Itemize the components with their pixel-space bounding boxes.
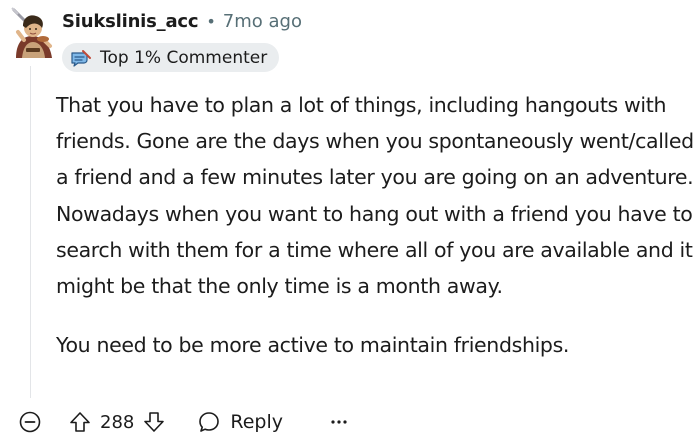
comment-body: That you have to plan a lot of things, i… (56, 87, 694, 363)
comment: Siukslinis_acc • 7mo ago Top 1% Commente… (0, 0, 700, 445)
reply-button[interactable]: Reply (196, 409, 283, 435)
commenter-badge-icon (70, 49, 92, 67)
reply-label: Reply (230, 411, 283, 433)
comment-action-bar: 288 Reply (18, 404, 351, 440)
avatar-image (11, 7, 52, 58)
comment-paragraph: You need to be more active to maintain f… (56, 333, 570, 358)
comment-paragraph: That you have to plan a lot of things, i… (56, 93, 694, 299)
username-link[interactable]: Siukslinis_acc (62, 11, 199, 32)
comment-timestamp[interactable]: 7mo ago (223, 11, 302, 32)
collapse-icon (19, 411, 41, 433)
collapse-thread-button[interactable] (18, 410, 42, 434)
user-flair-badge: Top 1% Commenter (62, 43, 280, 72)
downvote-arrow-icon (144, 412, 165, 432)
upvote-arrow-icon (70, 412, 90, 432)
ellipsis-icon (331, 420, 347, 424)
avatar[interactable] (6, 6, 56, 62)
thread-line[interactable] (30, 66, 31, 398)
downvote-button[interactable] (140, 408, 168, 436)
comment-meta: Siukslinis_acc • 7mo ago (62, 8, 302, 34)
upvote-button[interactable] (66, 408, 94, 436)
flair-label: Top 1% Commenter (100, 47, 268, 68)
meta-separator: • (206, 11, 216, 31)
more-options-button[interactable] (327, 410, 351, 434)
vote-score: 288 (100, 411, 135, 433)
speech-bubble-icon (196, 409, 222, 435)
